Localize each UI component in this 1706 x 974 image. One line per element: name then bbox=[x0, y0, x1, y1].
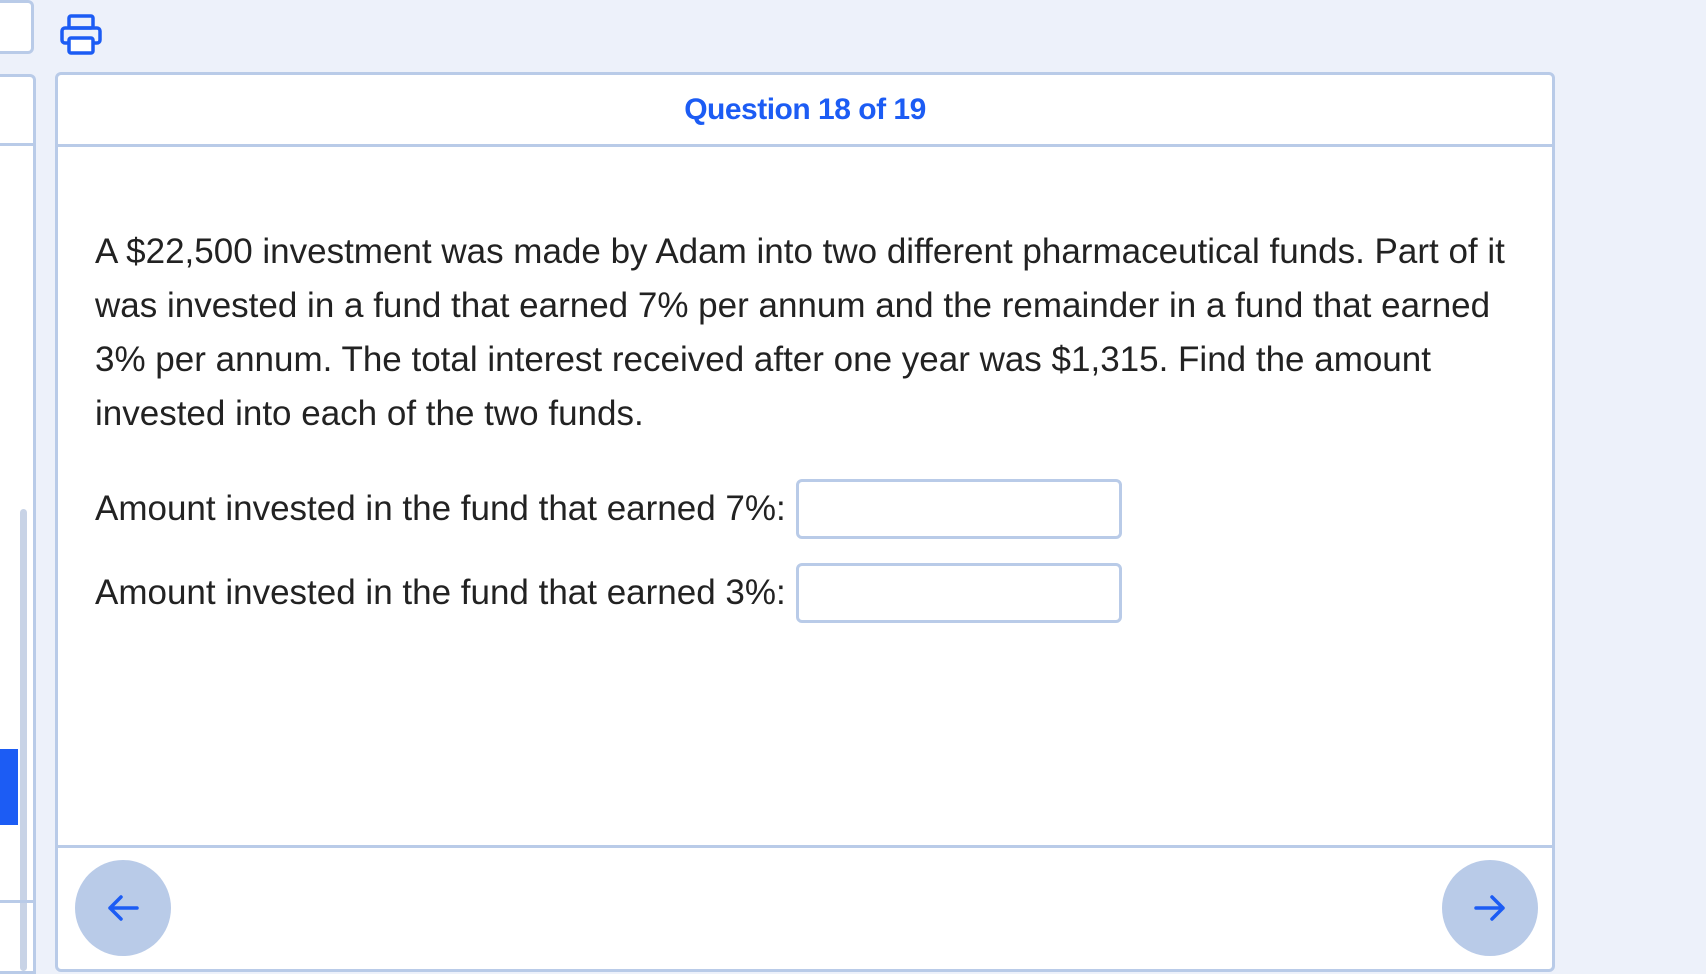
print-button[interactable] bbox=[56, 10, 106, 60]
sidebar-active-marker bbox=[0, 749, 18, 825]
arrow-right-icon bbox=[1474, 895, 1505, 921]
left-sidebar-panel bbox=[0, 74, 36, 974]
answer-input-7-percent[interactable] bbox=[795, 479, 1122, 539]
answer-label-7-percent: Amount invested in the fund that earned … bbox=[95, 489, 786, 528]
previous-question-button[interactable] bbox=[75, 860, 171, 956]
answer-input-3-percent[interactable] bbox=[795, 563, 1122, 623]
question-card: Question 18 of 19 A $22,500 investment w… bbox=[55, 72, 1555, 972]
footer-divider bbox=[58, 845, 1552, 848]
next-question-button[interactable] bbox=[1442, 860, 1538, 956]
answer-label-3-percent: Amount invested in the fund that earned … bbox=[95, 573, 786, 612]
printer-icon bbox=[60, 14, 102, 55]
answer-row-7-percent: Amount invested in the fund that earned … bbox=[95, 479, 1122, 539]
sidebar-divider-bottom bbox=[0, 900, 34, 903]
question-counter: Question 18 of 19 bbox=[684, 92, 926, 126]
answer-row-3-percent: Amount invested in the fund that earned … bbox=[95, 563, 1122, 623]
left-tab-top[interactable] bbox=[0, 0, 34, 54]
arrow-left-icon bbox=[108, 895, 139, 921]
question-text: A $22,500 investment was made by Adam in… bbox=[95, 232, 1505, 433]
sidebar-divider bbox=[0, 143, 34, 146]
question-header: Question 18 of 19 bbox=[58, 75, 1552, 147]
